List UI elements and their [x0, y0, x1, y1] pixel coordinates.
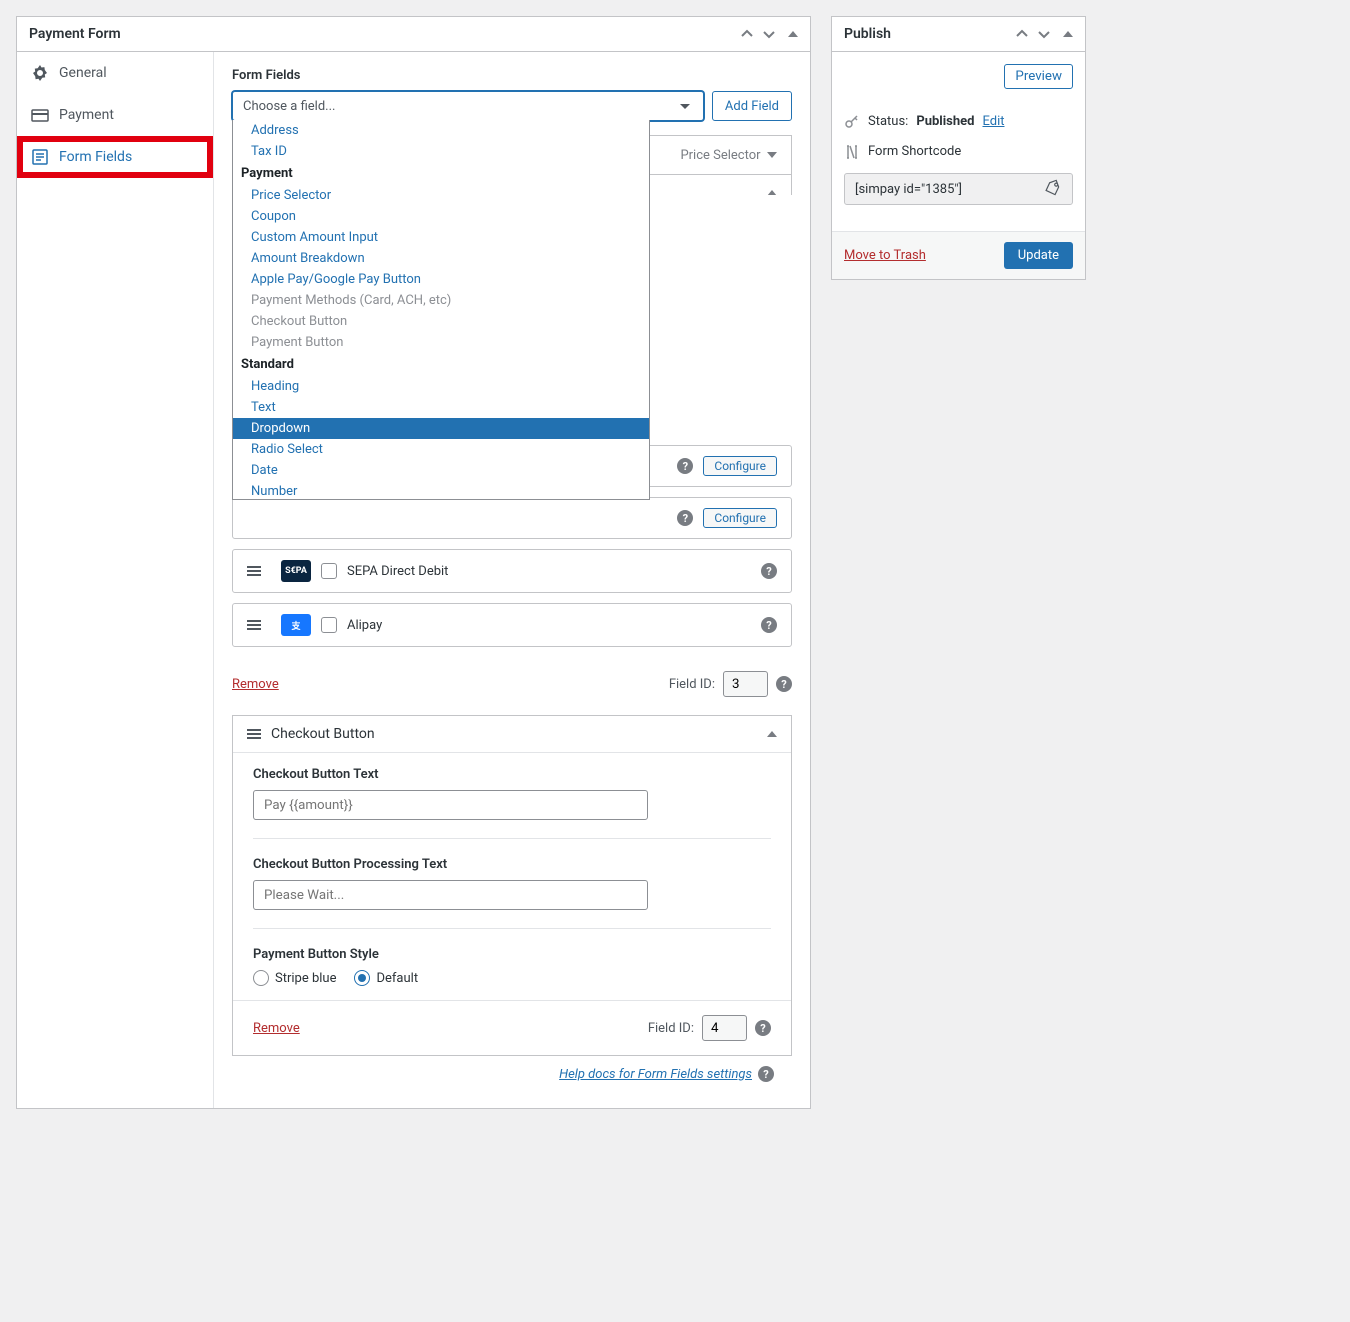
- accordion-checkout-button: Checkout Button Checkout Button Text Che…: [232, 715, 792, 1056]
- dd-group: Payment: [233, 162, 649, 185]
- dd-item: Payment Methods (Card, ACH, etc): [233, 290, 649, 311]
- dd-item: Payment Button: [233, 332, 649, 353]
- drag-icon[interactable]: [247, 727, 261, 741]
- configure-button[interactable]: Configure: [703, 456, 777, 476]
- collapse-icon[interactable]: [788, 31, 798, 37]
- dd-item[interactable]: Number: [233, 481, 649, 500]
- edit-status-link[interactable]: Edit: [982, 114, 1004, 129]
- alipay-checkbox[interactable]: [321, 617, 337, 633]
- tab-general[interactable]: General: [17, 52, 213, 94]
- dd-item[interactable]: Dropdown: [233, 418, 649, 439]
- radio-default[interactable]: Default: [354, 970, 418, 986]
- field-id-input[interactable]: [723, 671, 768, 697]
- update-button[interactable]: Update: [1004, 242, 1073, 269]
- field-type-select[interactable]: Choose a field... AddressTax IDPaymentPr…: [232, 91, 704, 121]
- checkout-text-input[interactable]: [253, 790, 648, 820]
- field-type-dropdown: AddressTax IDPaymentPrice SelectorCoupon…: [232, 120, 650, 500]
- settings-tabs: General Payment Form Fields: [17, 52, 214, 1108]
- help-icon[interactable]: ?: [755, 1020, 771, 1036]
- form-icon: [31, 148, 49, 166]
- move-up-icon[interactable]: [738, 25, 756, 43]
- help-icon[interactable]: ?: [677, 510, 693, 526]
- radio-stripe-blue[interactable]: Stripe blue: [253, 970, 336, 986]
- remove-link[interactable]: Remove: [232, 677, 279, 692]
- configure-button[interactable]: Configure: [703, 508, 777, 528]
- card-icon: [31, 106, 49, 124]
- dd-item[interactable]: Coupon: [233, 206, 649, 227]
- dd-item[interactable]: Address: [233, 120, 649, 141]
- accordion-header-checkout[interactable]: Checkout Button: [233, 716, 791, 752]
- collapse-icon[interactable]: [1063, 31, 1073, 37]
- dd-item[interactable]: Apple Pay/Google Pay Button: [233, 269, 649, 290]
- shortcode-field[interactable]: [simpay id="1385"]: [844, 173, 1073, 205]
- move-up-icon[interactable]: [1013, 25, 1031, 43]
- form-fields-heading: Form Fields: [232, 68, 792, 83]
- tab-payment[interactable]: Payment: [17, 94, 213, 136]
- dd-item[interactable]: Radio Select: [233, 439, 649, 460]
- tag-icon: [1041, 177, 1064, 200]
- content-panel: Form Fields Choose a field... AddressTax…: [214, 52, 810, 1108]
- help-icon[interactable]: ?: [761, 563, 777, 579]
- help-icon[interactable]: ?: [776, 676, 792, 692]
- move-to-trash-link[interactable]: Move to Trash: [844, 248, 926, 263]
- pm-row-sepa[interactable]: S€PA SEPA Direct Debit ?: [232, 549, 792, 593]
- dd-item[interactable]: Date: [233, 460, 649, 481]
- box-title: Payment Form: [29, 26, 121, 42]
- alipay-icon: 支: [281, 614, 311, 636]
- help-icon[interactable]: ?: [758, 1066, 774, 1082]
- dd-item[interactable]: Custom Amount Input: [233, 227, 649, 248]
- gear-icon: [31, 64, 49, 82]
- collapse-icon[interactable]: [767, 731, 777, 737]
- dd-item[interactable]: Heading: [233, 376, 649, 397]
- dd-item[interactable]: Tax ID: [233, 141, 649, 162]
- shortcode-icon: [844, 143, 860, 159]
- move-down-icon[interactable]: [760, 25, 778, 43]
- dd-item[interactable]: Amount Breakdown: [233, 248, 649, 269]
- sepa-icon: S€PA: [281, 560, 311, 582]
- dd-item: Checkout Button: [233, 311, 649, 332]
- help-icon[interactable]: ?: [677, 458, 693, 474]
- remove-link[interactable]: Remove: [253, 1021, 300, 1036]
- payment-form-box: Payment Form General Payment Form Fields…: [16, 16, 811, 1109]
- add-field-button[interactable]: Add Field: [712, 91, 792, 121]
- dd-item[interactable]: Text: [233, 397, 649, 418]
- checkout-processing-input[interactable]: [253, 880, 648, 910]
- move-down-icon[interactable]: [1035, 25, 1053, 43]
- pm-row-configure-2: ? Configure: [232, 497, 792, 539]
- key-icon: [844, 113, 860, 129]
- drag-icon[interactable]: [247, 618, 261, 632]
- preview-button[interactable]: Preview: [1004, 64, 1073, 89]
- dd-item[interactable]: Price Selector: [233, 185, 649, 206]
- help-docs-link[interactable]: Help docs for Form Fields settings: [559, 1067, 752, 1082]
- dd-group: Standard: [233, 353, 649, 376]
- payment-form-header: Payment Form: [17, 17, 810, 52]
- publish-box: Publish Preview Status: Published Edit F…: [831, 16, 1086, 280]
- chevron-down-icon: [677, 98, 693, 114]
- drag-icon[interactable]: [247, 564, 261, 578]
- tab-form-fields[interactable]: Form Fields: [17, 136, 213, 178]
- help-icon[interactable]: ?: [761, 617, 777, 633]
- sepa-checkbox[interactable]: [321, 563, 337, 579]
- field-id-input[interactable]: [702, 1015, 747, 1041]
- pm-row-alipay[interactable]: 支 Alipay ?: [232, 603, 792, 647]
- publish-header: Publish: [832, 17, 1085, 52]
